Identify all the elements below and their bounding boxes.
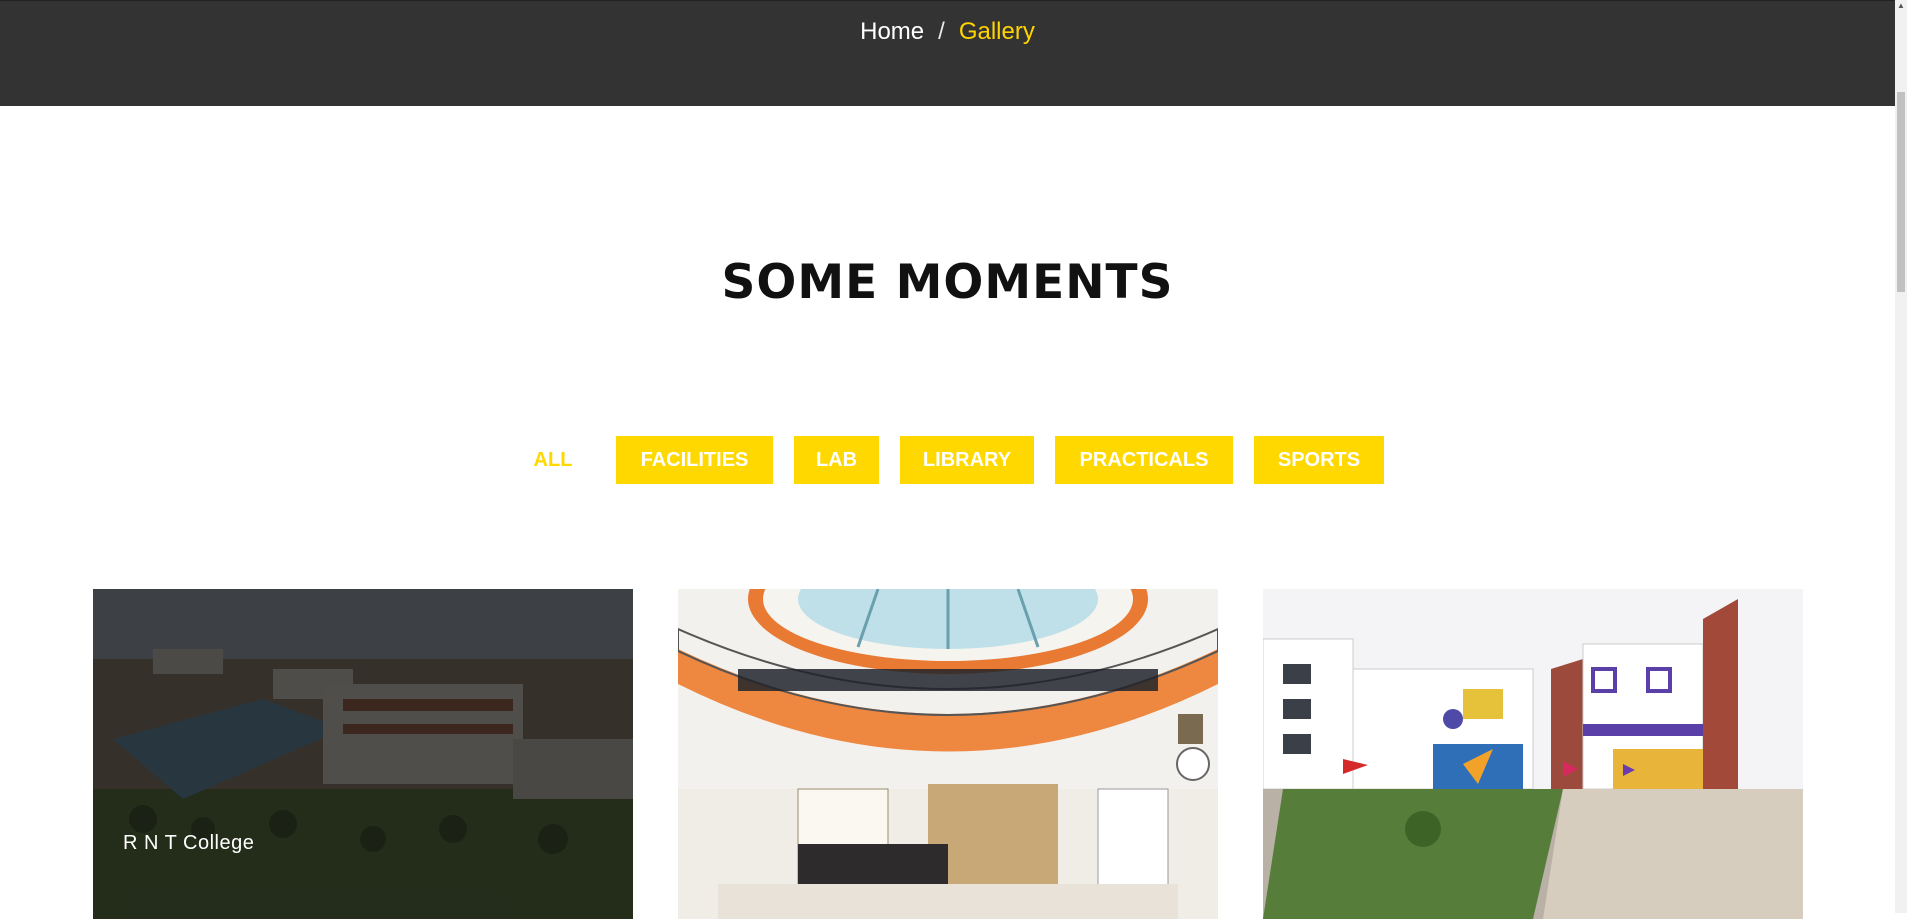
filter-facilities-button[interactable]: FACILITIES bbox=[616, 436, 773, 484]
gallery-item[interactable] bbox=[678, 589, 1218, 919]
gallery-item[interactable]: R N T College bbox=[93, 589, 633, 919]
filter-sports-button[interactable]: SPORTS bbox=[1254, 436, 1384, 484]
breadcrumb-separator: / bbox=[938, 18, 945, 45]
gallery-caption: R N T College bbox=[123, 832, 255, 854]
atrium-students-photo bbox=[678, 589, 1218, 919]
vertical-scrollbar[interactable]: ▲ bbox=[1895, 0, 1907, 913]
section-title: SOME MOMENTS bbox=[721, 255, 1174, 310]
filter-library-button[interactable]: LIBRARY bbox=[900, 436, 1034, 484]
gallery-item[interactable] bbox=[1263, 589, 1803, 919]
page-header-band: Home / Gallery bbox=[0, 0, 1895, 106]
filter-lab-button[interactable]: LAB bbox=[794, 436, 879, 484]
filter-practicals-button[interactable]: PRACTICALS bbox=[1055, 436, 1233, 484]
breadcrumb-current: Gallery bbox=[958, 18, 1035, 45]
scroll-up-arrow-icon[interactable]: ▲ bbox=[1895, 0, 1907, 12]
hover-overlay bbox=[93, 589, 633, 919]
breadcrumb: Home / Gallery bbox=[0, 15, 1895, 49]
breadcrumb-home-link[interactable]: Home bbox=[860, 18, 924, 45]
filter-all-button[interactable]: ALL bbox=[520, 436, 586, 484]
gallery-filter-bar: ALL FACILITIES LAB LIBRARY PRACTICALS SP… bbox=[0, 436, 1895, 484]
school-building-photo bbox=[1263, 589, 1803, 919]
scrollbar-thumb[interactable] bbox=[1897, 92, 1905, 292]
